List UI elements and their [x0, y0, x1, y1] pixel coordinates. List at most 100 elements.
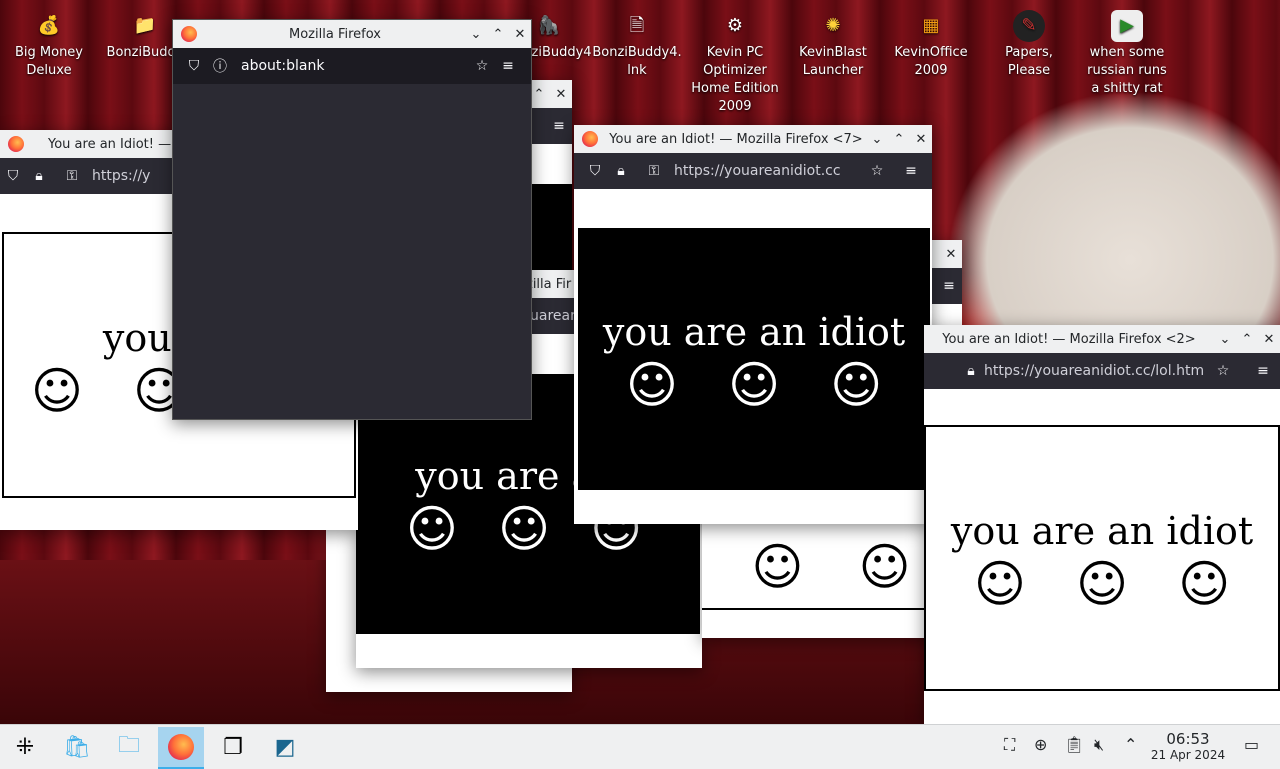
desktop-icon-label: KevinBlast Launcher — [799, 45, 867, 78]
url-bar[interactable]: https://youareanidiot.cc/lol.htm — [984, 363, 1210, 379]
discover-icon[interactable]: 🛍 — [54, 727, 100, 767]
permissions-icon[interactable]: ⚿ — [52, 168, 92, 184]
window-title: Mozilla Firefox — [289, 26, 381, 42]
app-icon[interactable]: ◩ — [262, 727, 308, 767]
menu-icon[interactable]: ≡ — [495, 58, 521, 74]
browser-toolbar: ⛉ ⓘ about:blank ☆ ≡ — [173, 48, 531, 84]
optimizer-icon: ⚙ — [726, 15, 744, 36]
firefox-window-blank[interactable]: Mozilla Firefox ⌄ ⌃ ✕ ⛉ ⓘ about:blank ☆ … — [172, 19, 532, 420]
app-launcher-icon[interactable]: ⁜ — [2, 727, 48, 767]
url-bar[interactable]: https://youareanidiot.cc — [674, 163, 864, 179]
window-title: You are an Idiot! — Mozilla Firefox <2> — [942, 331, 1196, 347]
folder-icon: 📁 — [133, 15, 157, 36]
desktop-icon-kevin-optimizer[interactable]: ⚙ Kevin PC Optimizer Home Edition 2009 — [686, 4, 784, 116]
windows-group-icon[interactable]: ❐ — [210, 727, 256, 767]
window-title: You are an Idiot! — M — [48, 136, 187, 152]
firefox-window-7[interactable]: You are an Idiot! — Mozilla Firefox <7> … — [574, 125, 932, 524]
menu-icon[interactable]: ≡ — [898, 163, 924, 179]
idiot-frame: you are an idiot ☺ ☺ ☺ — [924, 425, 1280, 691]
maximize-icon[interactable]: ⌃ — [888, 132, 910, 147]
close-icon[interactable]: ✕ — [509, 27, 531, 42]
page-content — [173, 84, 531, 419]
window-titlebar[interactable]: Mozilla Firefox ⌄ ⌃ ✕ — [173, 20, 531, 48]
chevron-up-icon[interactable]: ⌃ — [1124, 735, 1137, 754]
permissions-icon[interactable]: ⚿ — [634, 163, 674, 179]
desktop-icon-label: Papers, Please — [1005, 45, 1053, 78]
file-manager-icon[interactable]: 🗀 — [106, 727, 152, 767]
idiot-text: you are an idiot — [950, 509, 1254, 553]
desktop-icon-label: Kevin PC Optimizer Home Edition 2009 — [691, 45, 779, 114]
bookmark-star-icon[interactable]: ☆ — [469, 58, 495, 74]
updates-icon[interactable]: ⊕ — [1034, 735, 1047, 754]
info-icon[interactable]: ⓘ — [207, 56, 233, 76]
desktop-icon-big-money[interactable]: 💰 Big Money Deluxe — [0, 4, 98, 80]
desktop: 💰 Big Money Deluxe 📁 BonziBuddy 🦍 BonziB… — [0, 0, 1280, 724]
lock-icon[interactable]: 🔒︎ — [608, 163, 634, 179]
maximize-icon[interactable]: ⌃ — [1236, 332, 1258, 347]
url-bar[interactable]: about:blank — [241, 58, 469, 74]
desktop-icon-bonzibuddy4-lnk[interactable]: 🗎 BonziBuddy4. lnk — [588, 4, 686, 80]
minimize-icon[interactable]: ⌄ — [465, 27, 487, 42]
taskbar: ⁜ 🛍 🗀 ❐ ◩ ⛶ ⊕ 📋︎ 🔇︎ ⌃ ▭ — [0, 724, 1280, 769]
smiley-row: ☺ ☺ — [751, 542, 910, 592]
desktop-icon-label: Big Money Deluxe — [14, 45, 83, 78]
firefox-icon — [168, 734, 194, 760]
close-icon[interactable]: ✕ — [1258, 332, 1280, 347]
idiot-frame: you are an idiot ☺ ☺ ☺ — [578, 228, 930, 490]
close-icon[interactable]: ✕ — [940, 247, 962, 262]
papers-please-icon: ✎ — [1013, 10, 1045, 42]
browser-toolbar: ⛉ 🔒︎ ⚿ https://youareanidiot.cc ☆ ≡ — [574, 153, 932, 189]
desktop-icon-russian-rat[interactable]: ▶ when some russian runs a shitty rat — [1078, 4, 1176, 98]
browser-toolbar: 🔒︎ https://youareanidiot.cc/lol.htm ☆ ≡ — [924, 353, 1280, 389]
menu-icon[interactable]: ≡ — [546, 118, 572, 134]
blast-icon: ✺ — [825, 15, 841, 36]
network-icon[interactable]: ⛶ — [1004, 735, 1015, 755]
menu-icon[interactable]: ≡ — [1250, 363, 1276, 379]
smiley-icon: ☺ — [751, 538, 804, 596]
video-icon: ▶ — [1111, 10, 1143, 42]
smiley-icon: ☺ — [830, 356, 883, 414]
firefox-window-2[interactable]: You are an Idiot! — Mozilla Firefox <2> … — [924, 325, 1280, 724]
close-icon[interactable]: ✕ — [550, 87, 572, 102]
bookmark-star-icon[interactable]: ☆ — [1210, 363, 1236, 379]
firefox-icon — [8, 136, 24, 152]
clock[interactable]: 06:53 21 Apr 2024 — [1150, 730, 1226, 762]
close-icon[interactable]: ✕ — [910, 132, 932, 147]
smiley-icon: ☺ — [973, 555, 1026, 613]
smiley-icon: ☺ — [1178, 555, 1231, 613]
desktop-icon-kevinoffice[interactable]: ▦ KevinOffice 2009 — [882, 4, 980, 80]
money-bag-icon: 💰 — [37, 15, 61, 36]
lock-icon[interactable]: 🔒︎ — [958, 363, 984, 379]
window-titlebar[interactable]: You are an Idiot! — Mozilla Firefox <2> … — [924, 325, 1280, 353]
firefox-taskbar-item[interactable] — [158, 727, 204, 769]
desktop-icon-kevinblast[interactable]: ✺ KevinBlast Launcher — [784, 4, 882, 80]
volume-muted-icon[interactable]: 🔇︎ — [1094, 735, 1104, 755]
smiley-icon: ☺ — [405, 500, 458, 558]
desktop-icon-label: KevinOffice 2009 — [894, 45, 968, 78]
clipboard-icon[interactable]: 📋︎ — [1064, 735, 1084, 754]
office-icon: ▦ — [922, 15, 940, 36]
shield-icon[interactable]: ⛉ — [0, 168, 26, 184]
shield-icon[interactable]: ⛉ — [582, 163, 608, 179]
page-content: you are an idiot ☺ ☺ ☺ — [574, 189, 932, 524]
shield-icon[interactable]: ⛉ — [181, 58, 207, 74]
lock-icon[interactable]: 🔒︎ — [26, 168, 52, 184]
minimize-icon[interactable]: ⌄ — [866, 132, 888, 147]
smiley-icon: ☺ — [30, 362, 83, 420]
smiley-icon: ☺ — [1075, 555, 1129, 613]
smiley-icon: ☺ — [727, 356, 781, 414]
desktop-icon-label: BonziBuddy4. lnk — [592, 45, 682, 78]
firefox-icon — [582, 131, 598, 147]
clock-date: 21 Apr 2024 — [1150, 748, 1226, 762]
minimize-icon[interactable]: ⌄ — [1214, 332, 1236, 347]
menu-icon[interactable]: ≡ — [936, 278, 962, 294]
desktop-icon-label: when some russian runs a shitty rat — [1087, 45, 1167, 96]
show-desktop-icon[interactable]: ▭ — [1244, 735, 1259, 754]
smiley-icon: ☺ — [497, 500, 551, 558]
bookmark-star-icon[interactable]: ☆ — [864, 163, 890, 179]
window-titlebar[interactable]: You are an Idiot! — Mozilla Firefox <7> … — [574, 125, 932, 153]
maximize-icon[interactable]: ⌃ — [487, 27, 509, 42]
shortcut-file-icon: 🗎 — [629, 15, 645, 36]
smiley-icon: ☺ — [858, 538, 911, 596]
desktop-icon-papers-please[interactable]: ✎ Papers, Please — [980, 4, 1078, 80]
